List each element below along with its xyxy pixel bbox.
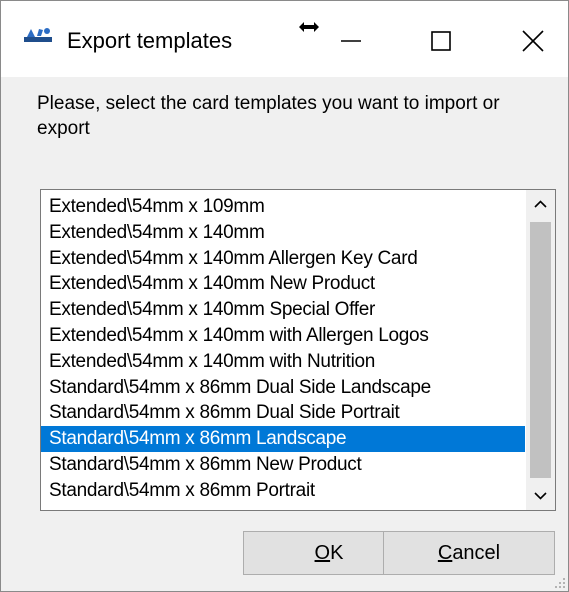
template-list-item[interactable]: Standard\54mm x 86mm Dual Side Landscape	[41, 375, 525, 401]
maximize-icon[interactable]	[421, 21, 461, 61]
scrollbar-thumb[interactable]	[530, 222, 551, 478]
ok-label-rest: K	[330, 542, 344, 564]
cancel-button[interactable]: Cancel	[383, 531, 555, 575]
title-bar[interactable]: Export templates	[1, 1, 568, 77]
template-listbox[interactable]: Extended\54mm x 109mm Extended\54mm x 140…	[40, 189, 556, 511]
template-list-item[interactable]: Standard\54mm x 86mm Landscape	[41, 426, 525, 452]
template-list-item[interactable]: Extended\54mm x 140mm New Product	[41, 271, 525, 297]
resize-horizontal-icon	[299, 22, 319, 32]
template-list-item[interactable]: Extended\54mm x 140mm Allergen Key Card	[41, 246, 525, 272]
template-list-item[interactable]: Standard\54mm x 86mm New Product	[41, 452, 525, 478]
template-list-item[interactable]: Extended\54mm x 140mm with Nutrition	[41, 349, 525, 375]
template-list-item[interactable]: Extended\54mm x 140mm Special Offer	[41, 297, 525, 323]
template-list-item[interactable]: Standard\54mm x 86mm Dual Side Portrait	[41, 400, 525, 426]
chevron-down-icon[interactable]	[526, 482, 555, 510]
minimize-icon[interactable]	[331, 21, 371, 61]
template-list[interactable]: Extended\54mm x 109mm Extended\54mm x 140…	[41, 190, 525, 504]
template-list-item[interactable]: Standard\54mm x 86mm Portrait	[41, 478, 525, 504]
instruction-text: Please, select the card templates you wa…	[37, 93, 500, 139]
ok-mnemonic: O	[314, 542, 331, 564]
close-icon[interactable]	[513, 21, 553, 61]
export-templates-dialog: Export templates Please, select the card…	[0, 0, 569, 592]
card-template-icon	[24, 28, 52, 42]
chevron-up-icon[interactable]	[526, 190, 555, 218]
cancel-mnemonic: C	[437, 542, 453, 564]
template-list-item[interactable]: Extended\54mm x 140mm with Allergen Logo…	[41, 323, 525, 349]
template-list-item[interactable]: Extended\54mm x 109mm	[41, 194, 525, 220]
resize-grip-icon[interactable]	[554, 577, 566, 589]
cancel-label-rest: ancel	[452, 542, 501, 564]
window-title: Export templates	[67, 28, 233, 53]
template-list-item[interactable]: Extended\54mm x 140mm	[41, 220, 525, 246]
vertical-scrollbar[interactable]	[526, 190, 555, 510]
